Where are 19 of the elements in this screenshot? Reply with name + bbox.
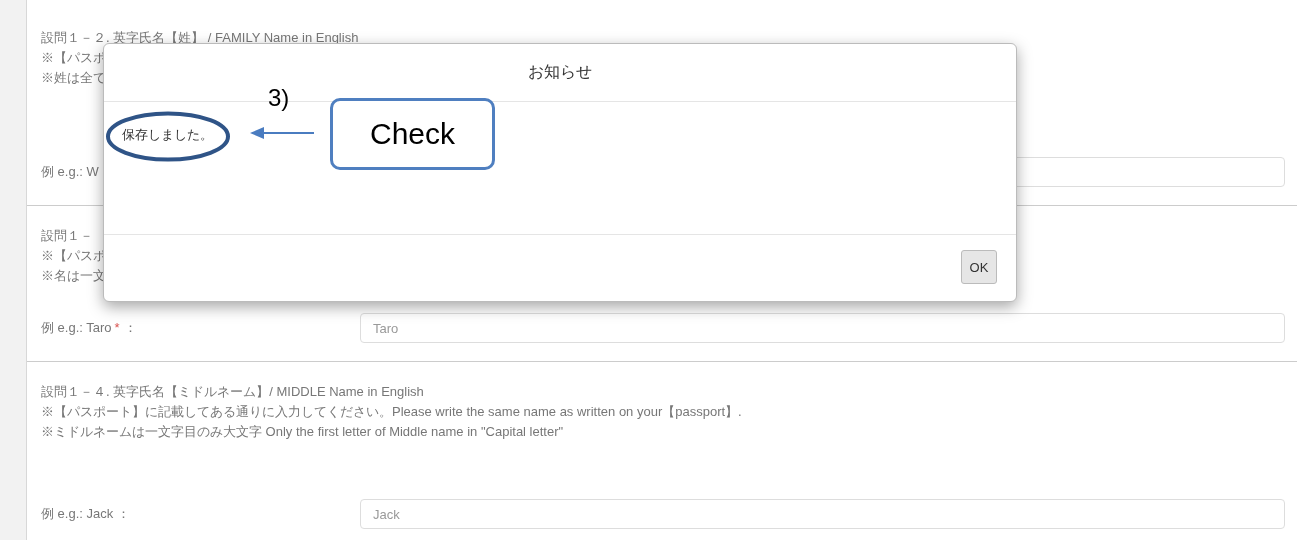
colon-text: ：	[117, 506, 131, 521]
example-label: 例 e.g.: W	[41, 164, 99, 179]
arrow-icon	[250, 127, 315, 139]
colon-text: ：	[123, 320, 137, 335]
check-callout: Check	[330, 98, 495, 170]
note-text: ※【パスポート】に記載してある通りに入力してください。Please write the same name as written on your【passport】.	[41, 403, 742, 421]
text-field[interactable]: Jack	[360, 499, 1285, 529]
example-label: 例 e.g.: Jack	[41, 506, 114, 521]
ok-button[interactable]: OK	[961, 250, 997, 284]
step-number: 3)	[268, 84, 290, 112]
required-mark: *	[114, 320, 120, 335]
note-text: ※姓は全て	[41, 69, 106, 87]
dialog-title: お知らせ	[528, 62, 592, 82]
question-title: 設問１－４. 英字氏名【ミドルネーム】/ MIDDLE Name in English	[41, 383, 424, 401]
question-title: 設問１－	[41, 227, 93, 245]
dialog-message: 保存しました。	[122, 127, 213, 142]
text-field[interactable]: Taro	[360, 313, 1285, 343]
note-text: ※ミドルネームは一文字目のみ大文字 Only the first letter of Middle name in "Capital letter"	[41, 423, 564, 441]
example-label: 例 e.g.: Taro	[41, 320, 112, 335]
